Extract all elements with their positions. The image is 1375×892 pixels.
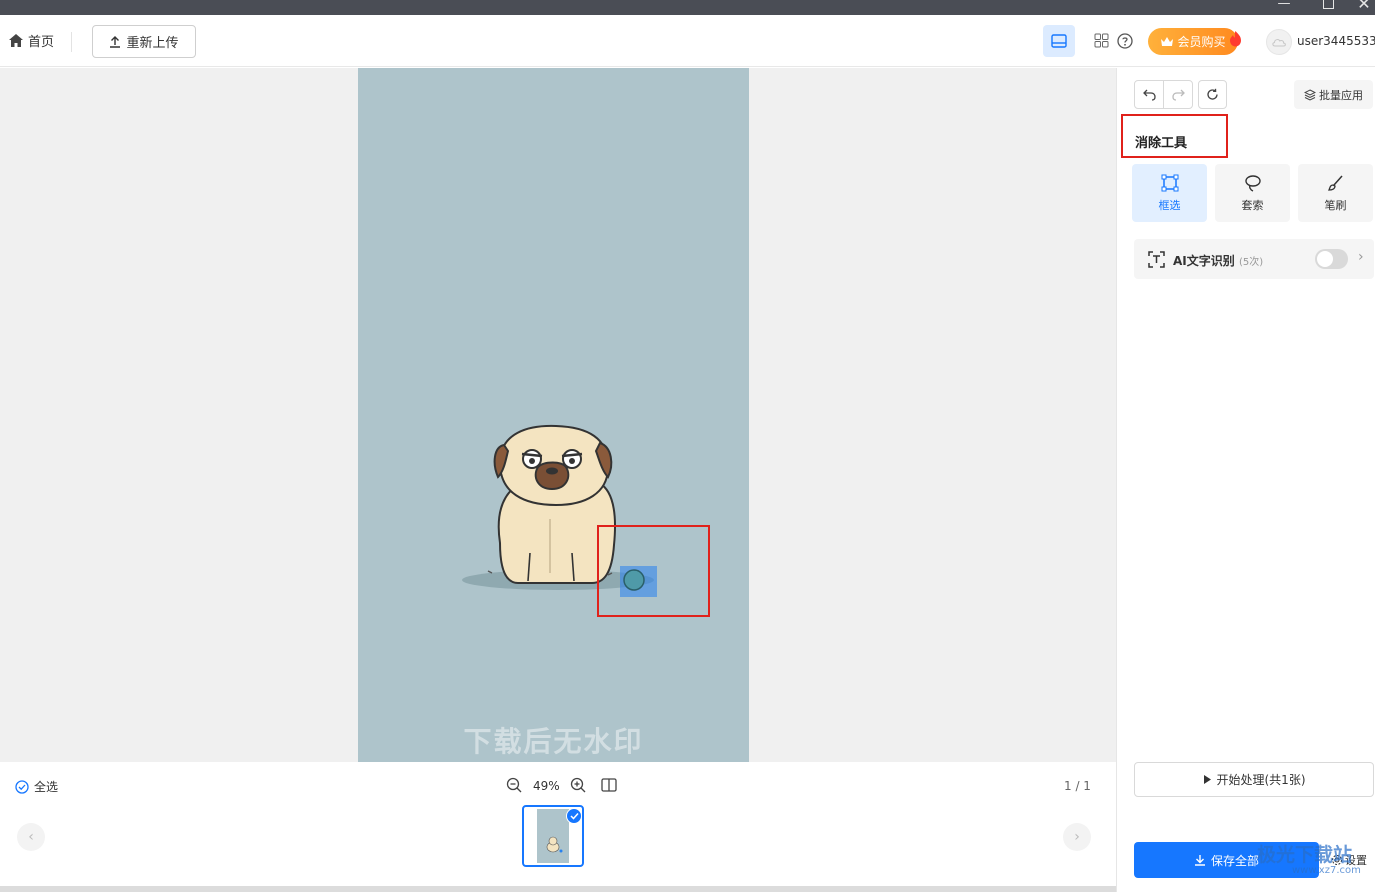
top-toolbar: 首页 重新上传 会员购买 user3445533	[0, 15, 1375, 67]
annotation-highlight-title	[1121, 114, 1228, 158]
redo-button[interactable]	[1163, 80, 1193, 109]
help-icon[interactable]	[1117, 33, 1133, 49]
download-icon	[1194, 855, 1205, 866]
crown-icon	[1161, 37, 1174, 46]
check-circle-icon	[15, 779, 29, 794]
save-label: 保存全部	[1210, 853, 1259, 868]
brush-icon	[1327, 175, 1343, 191]
page-counter: 1 / 1	[1064, 779, 1091, 793]
undo-button[interactable]	[1134, 80, 1164, 109]
layout-toggle-button[interactable]	[1043, 25, 1075, 57]
home-button[interactable]: 首页	[8, 31, 54, 50]
reupload-label: 重新上传	[126, 36, 179, 51]
maximize-icon	[1322, 0, 1334, 9]
prev-image-button[interactable]: ‹	[17, 823, 45, 851]
close-button[interactable]: ✕	[1346, 0, 1375, 15]
tool-rect-select[interactable]: 框选	[1132, 164, 1207, 222]
check-icon	[569, 812, 579, 820]
select-all-label: 全选	[34, 780, 59, 794]
ocr-scan-icon	[1148, 251, 1165, 268]
user-avatar[interactable]	[1266, 29, 1292, 55]
start-label: 开始处理(共1张)	[1216, 773, 1306, 787]
rect-select-icon	[1161, 174, 1178, 191]
tool-brush-label: 笔刷	[1324, 198, 1347, 212]
toolbar-divider	[71, 32, 72, 52]
tool-brush[interactable]: 笔刷	[1298, 164, 1373, 222]
site-watermark: 极光下载站	[1257, 844, 1353, 866]
site-watermark-url: www.xz7.com	[1292, 865, 1361, 876]
image-watermark-text: 下载后无水印	[463, 725, 644, 758]
image-thumbnail[interactable]	[522, 805, 584, 867]
tool-lasso[interactable]: 套索	[1215, 164, 1290, 222]
hot-flame-icon	[1230, 31, 1241, 47]
canvas-workspace: 下载后无水印	[0, 68, 1116, 762]
vip-purchase-button[interactable]: 会员购买	[1148, 28, 1238, 55]
batch-label: 批量应用	[1319, 88, 1363, 102]
home-icon	[9, 34, 23, 47]
username-label[interactable]: user3445533	[1297, 34, 1375, 48]
next-image-button[interactable]: ›	[1063, 823, 1091, 851]
reset-button[interactable]	[1198, 80, 1227, 109]
cloud-avatar-icon	[1272, 39, 1286, 47]
minimize-button[interactable]: —	[1266, 0, 1302, 15]
batch-apply-button[interactable]: 批量应用	[1294, 80, 1373, 109]
refresh-icon	[1207, 88, 1218, 100]
play-icon	[1203, 775, 1211, 784]
ocr-label: AI文字识别	[1173, 254, 1235, 268]
lasso-icon	[1244, 174, 1261, 192]
ocr-toggle[interactable]	[1315, 249, 1348, 269]
thumbnail-selected-check[interactable]	[566, 808, 582, 824]
layout-icon	[1051, 34, 1067, 48]
thumbnail-pug	[546, 836, 563, 853]
select-all-checkbox[interactable]: 全选	[15, 778, 58, 795]
right-tool-panel: 批量应用 消除工具 框选 套索 笔刷 AI文字识别 (5次) › 开始处理(共1…	[1116, 68, 1375, 892]
zoom-out-icon[interactable]	[506, 777, 522, 793]
editing-image[interactable]: 下载后无水印	[358, 68, 749, 762]
chevron-right-icon[interactable]: ›	[1358, 249, 1364, 265]
bottom-thumbnail-bar: 全选 49% 1 / 1 ‹ ›	[0, 762, 1116, 892]
tool-rect-label: 框选	[1158, 198, 1181, 212]
maximize-button[interactable]	[1310, 0, 1346, 15]
grid-view-icon[interactable]	[1094, 33, 1109, 48]
upload-icon	[110, 35, 121, 48]
ai-ocr-row[interactable]: AI文字识别 (5次) ›	[1134, 239, 1374, 279]
reupload-button[interactable]: 重新上传	[92, 25, 196, 58]
annotation-highlight-canvas	[597, 525, 710, 617]
layers-icon	[1304, 88, 1316, 101]
thumbnail-preview	[537, 809, 569, 863]
zoom-in-icon[interactable]	[570, 777, 586, 793]
ocr-count: (5次)	[1239, 257, 1264, 268]
zoom-level: 49%	[533, 779, 560, 793]
tool-lasso-label: 套索	[1241, 198, 1264, 212]
undo-icon	[1142, 89, 1156, 101]
vip-label: 会员购买	[1177, 35, 1226, 49]
start-process-button[interactable]: 开始处理(共1张)	[1134, 762, 1374, 797]
window-titlebar: — ✕	[0, 0, 1375, 15]
redo-icon	[1171, 89, 1185, 101]
home-label: 首页	[28, 35, 55, 50]
compare-view-icon[interactable]	[601, 778, 617, 792]
